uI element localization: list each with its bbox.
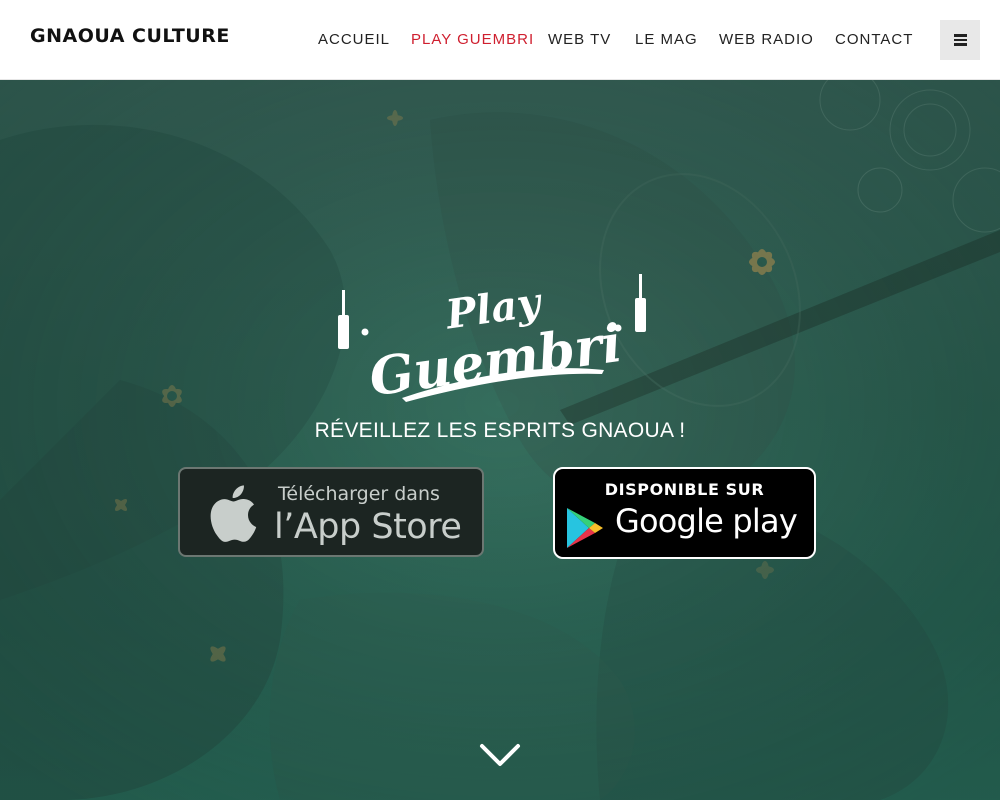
play-guembri-logo: Play Guembri — [338, 274, 646, 409]
nav-item-web-radio[interactable]: WEB RADIO — [719, 31, 814, 48]
app-store-button[interactable]: Télécharger dans l’App Store — [178, 467, 484, 557]
google-play-title: Google play — [615, 502, 798, 540]
nav-item-web-tv[interactable]: WEB TV — [548, 31, 611, 48]
app-store-subtitle: Télécharger dans — [278, 483, 440, 505]
hamburger-menu-icon — [954, 34, 967, 46]
app-store-title: l’App Store — [274, 507, 462, 547]
menu-toggle-button[interactable] — [940, 20, 980, 60]
hero-tagline: RÉVEILLEZ LES ESPRITS GNAOUA ! — [314, 419, 686, 442]
site-brand-logo[interactable]: GNAOUA CULTURE — [30, 25, 230, 47]
google-play-icon — [567, 508, 603, 548]
top-navigation-bar: GNAOUA CULTURE ACCUEIL PLAY GUEMBRI WEB … — [0, 0, 1000, 80]
hero-section: Play Guembri RÉVEILLEZ LES ESPRITS GNAOU… — [0, 80, 1000, 800]
nav-item-play-guembri[interactable]: PLAY GUEMBRI — [411, 31, 534, 48]
google-play-subtitle: DISPONIBLE SUR — [604, 480, 765, 499]
nav-item-accueil[interactable]: ACCUEIL — [318, 31, 390, 48]
chevron-down-icon[interactable] — [479, 742, 521, 768]
nav-item-le-mag[interactable]: LE MAG — [635, 31, 698, 48]
google-play-button[interactable]: DISPONIBLE SUR Google play — [553, 467, 816, 559]
nav-item-contact[interactable]: CONTACT — [835, 31, 913, 48]
apple-icon — [210, 485, 257, 542]
